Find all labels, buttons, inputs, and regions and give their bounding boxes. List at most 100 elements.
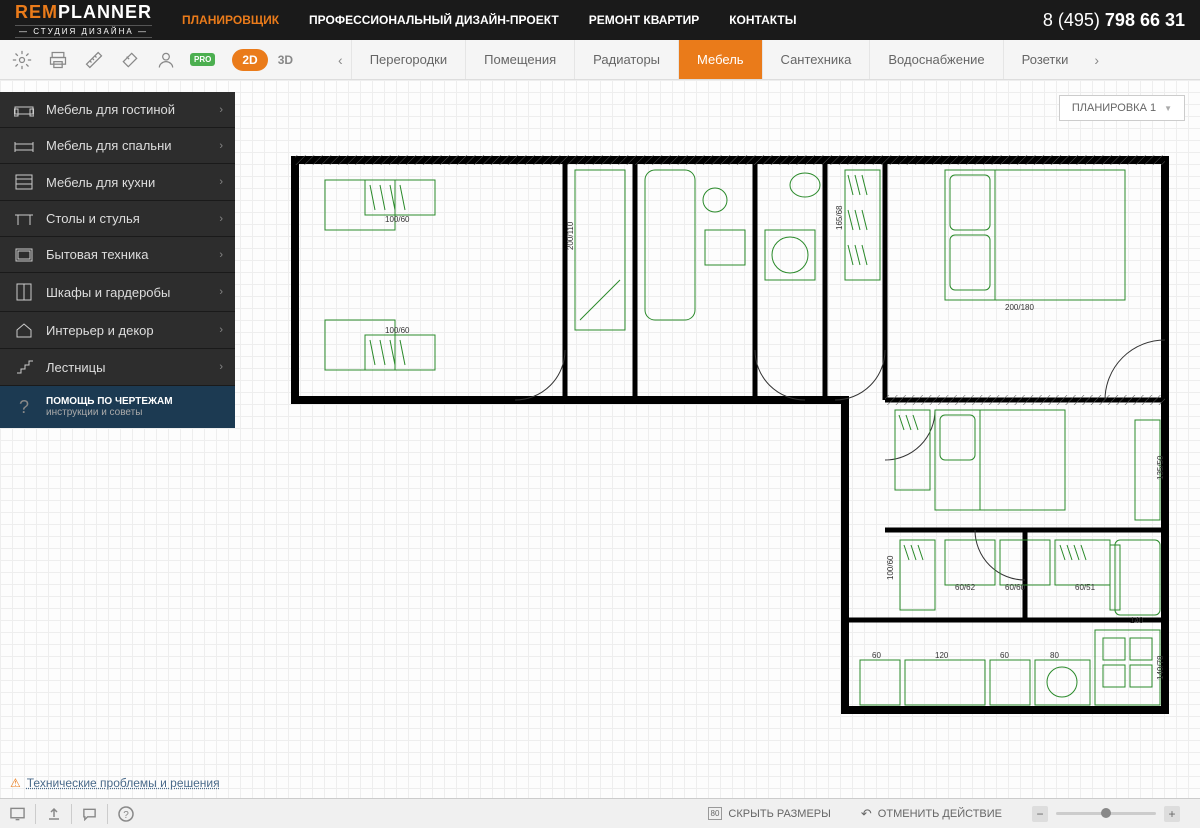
sidebar-item-decor[interactable]: Интерьер и декор › — [0, 312, 235, 349]
worker-icon[interactable] — [154, 48, 178, 72]
sidebar-item-label: Лестницы — [46, 360, 219, 375]
nav-planner[interactable]: ПЛАНИРОВЩИК — [182, 13, 279, 27]
plan-selector[interactable]: ПЛАНИРОВКА 1 — [1059, 95, 1185, 121]
view-2d-button[interactable]: 2D — [232, 49, 267, 71]
footer-links: ⚠ Технические проблемы и решения — [10, 776, 220, 790]
svg-text:140/78: 140/78 — [1156, 655, 1165, 680]
view-3d-button[interactable]: 3D — [268, 49, 303, 71]
hide-dimensions-button[interactable]: 80 СКРЫТЬ РАЗМЕРЫ — [698, 807, 841, 820]
sidebar-item-appliances[interactable]: Бытовая техника › — [0, 237, 235, 273]
toolbar: PRO 2D 3D ‹ Перегородки Помещения Радиат… — [0, 40, 1200, 80]
help-title: ПОМОЩЬ ПО ЧЕРТЕЖАМ — [46, 396, 223, 407]
tab-partitions[interactable]: Перегородки — [351, 40, 465, 79]
nav-renovation[interactable]: РЕМОНТ КВАРТИР — [589, 13, 700, 27]
nav-contacts[interactable]: КОНТАКТЫ — [729, 13, 796, 27]
tab-plumbing[interactable]: Сантехника — [762, 40, 870, 79]
sidebar-item-living[interactable]: Мебель для гостиной › — [0, 92, 235, 128]
chevron-right-icon: › — [219, 104, 223, 116]
tab-furniture[interactable]: Мебель — [678, 40, 762, 79]
pro-badge[interactable]: PRO — [190, 53, 215, 66]
table-icon — [12, 212, 36, 226]
sofa-icon — [12, 103, 36, 117]
view-toggle: 2D 3D — [232, 49, 303, 71]
sidebar-item-label: Интерьер и декор — [46, 323, 219, 338]
tab-sockets[interactable]: Розетки — [1003, 40, 1087, 79]
sidebar-item-label: Мебель для кухни — [46, 175, 219, 190]
svg-text:60: 60 — [872, 651, 881, 660]
sidebar-item-stairs[interactable]: Лестницы › — [0, 349, 235, 386]
zoom-slider[interactable] — [1056, 812, 1156, 815]
logo-subtitle: — СТУДИЯ ДИЗАЙНА — — [15, 25, 152, 38]
export-icon[interactable] — [46, 804, 72, 824]
house-icon — [12, 322, 36, 338]
svg-text:135/50: 135/50 — [1156, 455, 1165, 480]
undo-button[interactable]: ↶ ОТМЕНИТЬ ДЕЙСТВИЕ — [851, 806, 1012, 822]
svg-text:100/60: 100/60 — [886, 555, 895, 580]
help-subtitle: инструкции и советы — [46, 407, 223, 418]
sidebar-item-label: Мебель для спальни — [46, 138, 219, 153]
sidebar-item-wardrobes[interactable]: Шкафы и гардеробы › — [0, 273, 235, 312]
tab-rooms[interactable]: Помещения — [465, 40, 574, 79]
bed-icon — [12, 139, 36, 153]
sidebar-item-kitchen[interactable]: Мебель для кухни › — [0, 164, 235, 201]
svg-text:200/180: 200/180 — [1005, 303, 1034, 312]
logo[interactable]: REMPLANNER — СТУДИЯ ДИЗАЙНА — — [15, 2, 152, 38]
print-icon[interactable] — [46, 48, 70, 72]
question-icon: ? — [12, 397, 36, 418]
help-icon[interactable]: ? — [118, 804, 144, 824]
floorplan[interactable]: 100/60 100/60 200/110 165/68 200/180 135… — [285, 150, 1175, 740]
undo-icon: ↶ — [861, 806, 872, 822]
svg-text:100/60: 100/60 — [385, 326, 410, 335]
warning-icon: ⚠ — [10, 776, 21, 790]
tabs-next-icon[interactable]: › — [1086, 52, 1107, 68]
phone-number[interactable]: 8 (495) 798 66 31 — [1043, 10, 1185, 31]
chevron-right-icon: › — [219, 361, 223, 373]
chevron-right-icon: › — [219, 213, 223, 225]
svg-text:100/60: 100/60 — [385, 215, 410, 224]
bottom-bar: ? 80 СКРЫТЬ РАЗМЕРЫ ↶ ОТМЕНИТЬ ДЕЙСТВИЕ … — [0, 798, 1200, 828]
tab-water[interactable]: Водоснабжение — [869, 40, 1002, 79]
sidebar-item-label: Столы и стулья — [46, 211, 219, 226]
sidebar-help[interactable]: ? ПОМОЩЬ ПО ЧЕРТЕЖАМ инструкции и советы — [0, 386, 235, 428]
tab-radiators[interactable]: Радиаторы — [574, 40, 678, 79]
zoom-out-button[interactable]: − — [1032, 806, 1048, 822]
sidebar-item-label: Бытовая техника — [46, 247, 219, 262]
svg-text:60/60: 60/60 — [1005, 583, 1026, 592]
logo-rem: REM — [15, 2, 58, 22]
chevron-right-icon: › — [219, 140, 223, 152]
sidebar-item-label: Шкафы и гардеробы — [46, 285, 219, 300]
ruler-icon[interactable] — [82, 48, 106, 72]
sidebar-item-bedroom[interactable]: Мебель для спальни › — [0, 128, 235, 164]
chevron-right-icon: › — [219, 176, 223, 188]
zoom-controls: − + — [1022, 806, 1190, 822]
logo-planner: PLANNER — [58, 2, 152, 22]
svg-text:140: 140 — [1130, 616, 1144, 625]
tabs-prev-icon[interactable]: ‹ — [330, 52, 351, 68]
chat-icon[interactable] — [82, 804, 108, 824]
furniture-sidebar: Мебель для гостиной › Мебель для спальни… — [0, 92, 235, 428]
svg-text:60: 60 — [1000, 651, 1009, 660]
screen-icon[interactable] — [10, 804, 36, 824]
svg-text:200/110: 200/110 — [566, 221, 575, 250]
svg-text:60/62: 60/62 — [955, 583, 976, 592]
nav-design[interactable]: ПРОФЕССИОНАЛЬНЫЙ ДИЗАЙН-ПРОЕКТ — [309, 13, 559, 27]
svg-text:80: 80 — [1050, 651, 1059, 660]
svg-text:?: ? — [123, 810, 129, 821]
sidebar-item-tables[interactable]: Столы и стулья › — [0, 201, 235, 237]
svg-text:60/51: 60/51 — [1075, 583, 1096, 592]
wardrobe-icon — [12, 283, 36, 301]
tech-problems-link[interactable]: Технические проблемы и решения — [27, 776, 220, 790]
main-nav: ПЛАНИРОВЩИК ПРОФЕССИОНАЛЬНЫЙ ДИЗАЙН-ПРОЕ… — [182, 13, 1043, 27]
sidebar-item-label: Мебель для гостиной — [46, 102, 219, 117]
chevron-right-icon: › — [219, 286, 223, 298]
zoom-in-button[interactable]: + — [1164, 806, 1180, 822]
main-header: REMPLANNER — СТУДИЯ ДИЗАЙНА — ПЛАНИРОВЩИ… — [0, 0, 1200, 40]
stairs-icon — [12, 359, 36, 375]
chevron-right-icon: › — [219, 249, 223, 261]
appliance-icon — [12, 248, 36, 262]
category-tabs: ‹ Перегородки Помещения Радиаторы Мебель… — [330, 40, 1190, 79]
drawer-icon — [12, 174, 36, 190]
tools-icon[interactable] — [118, 48, 142, 72]
settings-icon[interactable] — [10, 48, 34, 72]
chevron-right-icon: › — [219, 324, 223, 336]
